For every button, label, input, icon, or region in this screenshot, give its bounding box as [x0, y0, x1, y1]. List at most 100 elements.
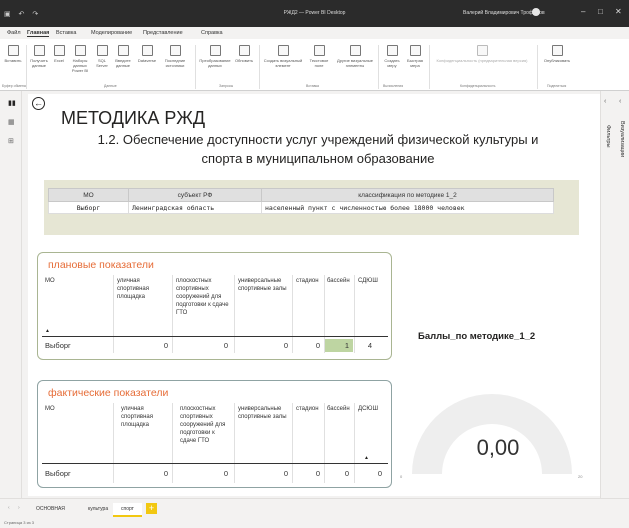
measure-icon — [386, 45, 398, 56]
column-divider — [113, 403, 114, 483]
column-header[interactable]: плоскостных спортивных сооружений для по… — [180, 405, 232, 445]
enter-data-button[interactable]: Введите данные — [112, 45, 134, 68]
new-visual-button[interactable]: Создать визуальный элемент — [262, 45, 304, 68]
tab-culture[interactable]: культура — [80, 503, 116, 515]
paste-icon — [7, 45, 19, 56]
refresh-icon — [238, 45, 250, 56]
report-canvas: ← МЕТОДИКА РЖД 1.2. Обеспечение доступно… — [28, 94, 600, 496]
chart-icon — [277, 45, 289, 56]
sensitivity-icon — [476, 45, 488, 56]
more-visuals-button[interactable]: Другие визуальные элементы — [335, 45, 375, 68]
table-cell: Выборг — [48, 201, 129, 214]
column-divider — [354, 275, 355, 353]
menu-file[interactable]: Файл — [7, 30, 21, 36]
column-divider — [172, 275, 173, 353]
menu-view[interactable]: Представление — [143, 30, 183, 36]
column-header[interactable]: универсальные спортивные залы — [238, 405, 290, 421]
table-cell: 0 — [223, 469, 228, 478]
column-divider — [172, 403, 173, 483]
textbox-icon — [313, 45, 325, 56]
group-queries: Запросы — [219, 84, 234, 88]
get-data-button[interactable]: Получить данные — [28, 45, 50, 68]
table-row[interactable]: Выборг Ленинградская область населенный … — [48, 201, 554, 214]
column-header[interactable]: стадион — [296, 277, 324, 285]
column-header[interactable]: стадион — [296, 405, 324, 413]
column-header[interactable]: субъект РФ — [128, 188, 262, 202]
recent-sources-button[interactable]: Последние источники — [160, 45, 190, 68]
tab-next-icon[interactable]: › — [18, 505, 20, 511]
column-header[interactable]: СДЮШ — [358, 277, 386, 285]
visuals-icon — [349, 45, 361, 56]
group-calc: Вычисления — [383, 84, 404, 88]
ribbon-separator — [378, 45, 379, 89]
column-header[interactable]: бассейн — [327, 277, 355, 285]
new-measure-button[interactable]: Создать меру — [381, 45, 403, 68]
menu-modeling[interactable]: Моделирование — [91, 30, 132, 36]
gauge-track — [412, 394, 572, 474]
model-view-icon[interactable]: ⊞ — [8, 137, 14, 145]
visualizations-pane-tab[interactable]: Визуализации — [619, 121, 625, 157]
title-bar: ▣ ↶ ↷ РЖД2 — Power BI Desktop Валерий Вл… — [0, 0, 629, 27]
refresh-button[interactable]: Обновить — [233, 45, 255, 63]
ribbon-separator — [259, 45, 260, 89]
avatar[interactable] — [532, 8, 540, 16]
dataverse-button[interactable]: Dataverse — [136, 45, 158, 63]
table-cell: 4 — [367, 341, 373, 350]
group-data: Данные — [104, 84, 117, 88]
column-header[interactable]: классификация по методике 1_2 — [261, 188, 554, 202]
classification-table[interactable]: МО субъект РФ классификация по методике … — [48, 188, 554, 214]
quick-measure-button[interactable]: Быстрая мера — [404, 45, 426, 68]
ribbon-separator — [537, 45, 538, 89]
view-switcher: ▮▮ ▦ ⊞ — [0, 91, 22, 498]
collapse-filters-icon[interactable]: ‹ — [604, 98, 606, 105]
minimize-icon[interactable]: – — [581, 7, 585, 16]
pbi-datasets-button[interactable]: Наборы данных Power BI — [68, 45, 92, 73]
column-header[interactable]: уличная спортивная площадка — [121, 405, 169, 429]
sort-arrow-icon[interactable]: ▲ — [45, 328, 50, 334]
column-header[interactable]: МО — [45, 405, 105, 413]
column-header[interactable]: ДСЮШ — [358, 405, 386, 413]
column-header[interactable]: МО — [48, 188, 129, 202]
report-view-icon[interactable]: ▮▮ — [8, 99, 16, 107]
database-icon — [33, 45, 45, 56]
filters-pane-tab[interactable]: Фильтры — [605, 125, 611, 147]
column-header[interactable]: плоскостных спортивных сооружений для по… — [176, 277, 232, 317]
column-header[interactable]: универсальные спортивные залы — [238, 277, 290, 293]
menu-home[interactable]: Главная — [27, 30, 50, 37]
column-header[interactable]: уличная спортивная площадка — [117, 277, 169, 301]
excel-button[interactable]: Excel — [52, 45, 66, 63]
planned-indicators-card[interactable]: плановые показатели МО уличная спортивна… — [37, 252, 392, 360]
transform-icon — [209, 45, 221, 56]
table-cell: 0 — [283, 341, 288, 350]
column-header[interactable]: МО — [45, 277, 105, 285]
maximize-icon[interactable]: □ — [598, 7, 603, 16]
table-cell: 0 — [315, 469, 320, 478]
column-divider — [113, 275, 114, 353]
tab-prev-icon[interactable]: ‹ — [8, 505, 10, 511]
collapse-visualizations-icon[interactable]: ‹ — [619, 98, 621, 105]
table-cell: 0 — [377, 469, 382, 478]
text-box-button[interactable]: Текстовое поле — [305, 45, 333, 68]
tab-sport[interactable]: спорт — [113, 503, 142, 517]
transform-data-button[interactable]: Преобразование данных — [198, 45, 232, 68]
ribbon-separator — [26, 45, 27, 89]
group-clipboard: Буфер обмена — [2, 84, 26, 88]
sql-server-button[interactable]: SQL Server — [94, 45, 110, 68]
publish-button[interactable]: Опубликовать — [540, 45, 574, 63]
menu-insert[interactable]: Вставка — [56, 30, 76, 36]
add-page-button[interactable]: + — [146, 503, 157, 514]
tab-main[interactable]: ОСНОВНАЯ — [28, 503, 73, 515]
section-title: плановые показатели — [48, 259, 154, 271]
gauge-title: Баллы_по методике_1_2 — [418, 331, 536, 342]
ribbon: Вставить Получить данные Excel Наборы да… — [0, 39, 629, 91]
column-header[interactable]: бассейн — [327, 405, 355, 413]
menu-help[interactable]: Справка — [201, 30, 223, 36]
close-icon[interactable]: ✕ — [615, 7, 622, 16]
sort-arrow-icon[interactable]: ▲ — [364, 455, 369, 461]
paste-button[interactable]: Вставить — [2, 45, 24, 63]
group-share: Поделиться — [547, 84, 567, 88]
back-arrow-icon[interactable]: ← — [32, 97, 45, 110]
actual-indicators-card[interactable]: фактические показатели МО уличная спорти… — [37, 380, 392, 488]
sensitivity-button[interactable]: Конфиденциальность (предварительная верс… — [432, 45, 532, 63]
data-view-icon[interactable]: ▦ — [8, 118, 15, 126]
